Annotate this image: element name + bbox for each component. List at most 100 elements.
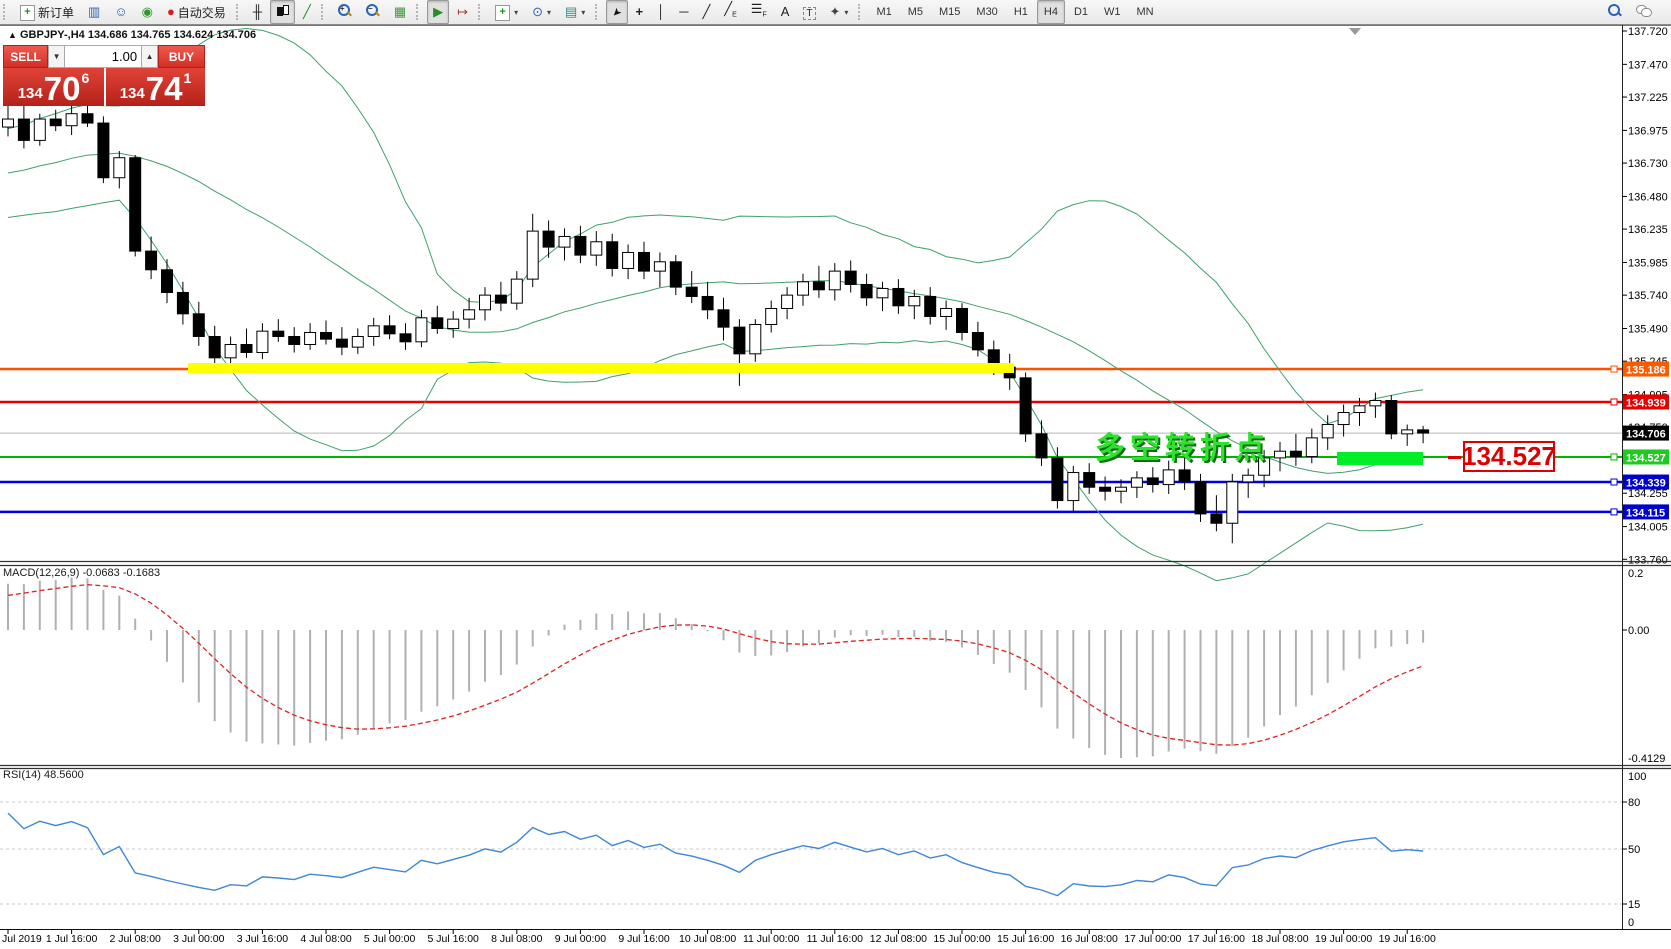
line-handle[interactable] <box>1610 478 1618 486</box>
macd-axis-label: -0.4129 <box>1628 753 1665 765</box>
candlestick <box>1369 400 1382 407</box>
candlestick <box>590 241 603 256</box>
macd-axis-label: 0.00 <box>1628 625 1649 637</box>
price-tick-label: 134.005 <box>1628 522 1668 534</box>
time-axis-label: 10 Jul 08:00 <box>679 933 736 945</box>
candlestick <box>494 294 507 304</box>
candlestick <box>733 326 746 355</box>
candlestick <box>97 122 110 179</box>
price-tick-label: 135.985 <box>1628 257 1668 269</box>
candlestick <box>1035 433 1048 459</box>
candlestick <box>940 307 953 317</box>
candlestick <box>526 230 539 280</box>
price-tick-label: 136.975 <box>1628 125 1668 137</box>
candlestick <box>669 261 682 288</box>
candlestick <box>653 261 666 272</box>
collapse-panel-icon[interactable]: ▲ <box>8 30 17 40</box>
mt4-window: { "toolbar": { "file_group": [ {"name":"… <box>0 0 1671 949</box>
rsi-axis-label: 0 <box>1628 917 1634 929</box>
candlestick <box>192 313 205 337</box>
volume-input[interactable] <box>65 45 142 68</box>
candlestick <box>176 291 189 315</box>
time-axis-label: 11 Jul 00:00 <box>743 933 800 945</box>
line-handle[interactable] <box>1610 508 1618 516</box>
line-handle[interactable] <box>1610 365 1618 373</box>
candlestick <box>558 235 571 248</box>
sell-button[interactable]: SELL <box>3 45 49 68</box>
candlestick <box>33 118 46 141</box>
time-axis-label: 2 Jul 08:00 <box>110 933 162 945</box>
candlestick <box>971 331 984 351</box>
candlestick <box>288 335 301 345</box>
green-zone[interactable] <box>1337 452 1423 465</box>
candlestick <box>129 157 142 252</box>
price-tick-label: 133.760 <box>1628 554 1668 566</box>
candlestick <box>447 318 460 329</box>
candlestick <box>844 270 857 285</box>
time-axis-label: 5 Jul 16:00 <box>428 933 480 945</box>
sell-price-pips: 70 <box>43 70 81 107</box>
candlestick <box>1083 472 1096 488</box>
candlestick <box>399 333 412 343</box>
line-handle[interactable] <box>1610 398 1618 406</box>
volume-increase-button[interactable]: ▲ <box>141 45 159 68</box>
time-axis-label: 19 Jul 00:00 <box>1315 933 1372 945</box>
candlestick <box>272 330 285 337</box>
price-tick-label: 136.730 <box>1628 158 1668 170</box>
ohlc-values: 134.686 134.765 134.624 134.706 <box>87 29 257 41</box>
candlestick <box>1130 477 1143 488</box>
price-callout-box[interactable]: 134.527 <box>1462 441 1556 472</box>
candlestick <box>65 113 78 127</box>
yellow-zone[interactable] <box>188 363 1014 373</box>
candlestick <box>81 113 94 124</box>
candlestick <box>1385 400 1398 435</box>
candlestick <box>892 287 905 307</box>
candlestick <box>765 307 778 325</box>
candlestick <box>335 338 348 348</box>
support-line-134339-label: 134.339 <box>1626 478 1666 490</box>
rsi-axis-label: 15 <box>1628 899 1640 911</box>
price-tick-label: 135.490 <box>1628 323 1668 335</box>
chart-annotation-text[interactable]: 多空转折点 <box>1095 423 1270 467</box>
callout-dash <box>1448 456 1461 459</box>
candlestick <box>1226 481 1239 524</box>
candlestick <box>1178 469 1191 483</box>
sell-price-point: 6 <box>81 70 90 86</box>
candlestick <box>224 343 237 359</box>
candlestick <box>828 270 841 291</box>
time-axis-label: 4 Jul 08:00 <box>300 933 352 945</box>
candlestick <box>1194 481 1207 515</box>
chart-canvas[interactable]: 137.720 137.470 137.225 136.975 136.730 136.4… <box>0 0 1671 949</box>
candlestick <box>1321 424 1334 439</box>
buy-price-point: 1 <box>183 70 192 86</box>
candlestick <box>685 286 698 297</box>
candlestick <box>479 294 491 311</box>
candlestick <box>1401 429 1414 435</box>
line-handle[interactable] <box>1610 453 1618 461</box>
candlestick <box>1417 429 1430 434</box>
resistance-line-135186-label: 135.186 <box>1626 365 1666 377</box>
candlestick <box>638 251 650 272</box>
time-axis-label: 15 Jul 16:00 <box>997 933 1054 945</box>
candlestick <box>1274 450 1286 459</box>
time-axis-label: 18 Jul 08:00 <box>1251 933 1308 945</box>
volume-decrease-button[interactable]: ▼ <box>48 45 66 68</box>
candlestick <box>717 309 730 328</box>
candlestick <box>1305 437 1318 458</box>
time-axis-label: 11 Jul 16:00 <box>807 933 864 945</box>
candlestick <box>49 118 62 127</box>
candlestick <box>1115 486 1127 492</box>
resistance-line-134939-label: 134.939 <box>1626 397 1666 409</box>
buy-button[interactable]: BUY <box>158 45 205 68</box>
time-axis-label: 17 Jul 16:00 <box>1188 933 1245 945</box>
price-tick-label: 137.225 <box>1628 92 1668 104</box>
sell-price-display[interactable]: 134 70 6 <box>3 68 106 106</box>
candlestick <box>113 157 126 179</box>
buy-price-display[interactable]: 134 74 1 <box>106 68 205 106</box>
chart-background[interactable] <box>0 25 1671 949</box>
candlestick <box>17 118 30 141</box>
candlestick <box>860 283 873 299</box>
symbol-period: GBPJPY-,H4 <box>19 29 85 41</box>
price-tick-label: 134.255 <box>1628 488 1668 500</box>
candlestick <box>463 309 476 320</box>
